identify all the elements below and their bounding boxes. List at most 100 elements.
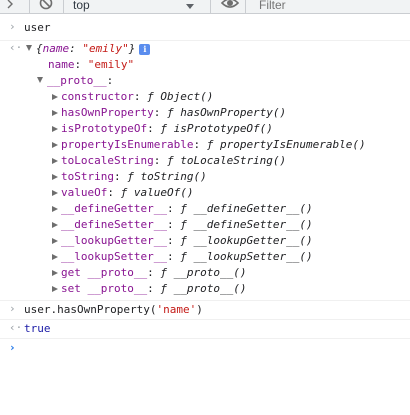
active-prompt-icon: › — [9, 341, 16, 354]
proto-property-row[interactable]: set __proto__: ƒ __proto__() — [52, 281, 246, 297]
proto-key: __proto__ — [47, 74, 107, 87]
preview-value: "emily" — [82, 42, 129, 55]
property-key: name — [48, 58, 75, 71]
proto-property-key: __defineGetter__ — [61, 202, 167, 215]
proto-property-key: isPrototypeOf — [61, 122, 148, 135]
console-input-message: › user.hasOwnProperty('name') — [0, 301, 410, 320]
proto-property-value: ƒ hasOwnProperty() — [166, 106, 287, 119]
expand-arrow-icon[interactable] — [52, 110, 58, 116]
property-value: "emily" — [87, 58, 135, 71]
proto-property-key: constructor — [61, 90, 134, 103]
proto-property-key: __lookupGetter__ — [61, 234, 167, 247]
proto-property-row[interactable]: hasOwnProperty: ƒ hasOwnProperty() — [52, 105, 286, 121]
expand-arrow-icon[interactable] — [52, 222, 58, 228]
proto-property-row[interactable]: __lookupSetter__: ƒ __lookupSetter__() — [52, 249, 313, 265]
proto-property-key: __lookupSetter__ — [61, 250, 167, 263]
property-row-name: name: "emily" — [48, 57, 134, 73]
proto-property-key: valueOf — [61, 186, 108, 199]
context-value: top — [73, 0, 90, 12]
console-input-text: user — [24, 20, 51, 36]
brace-open: { — [36, 42, 43, 55]
console-input-message: › user — [0, 20, 410, 41]
console-result-message: ‹· true — [0, 320, 410, 339]
proto-property-key: __defineSetter__ — [61, 218, 167, 231]
input-prompt-icon: › — [9, 302, 16, 315]
expand-arrow-icon[interactable] — [52, 94, 58, 100]
console-toolbar: top Filter — [0, 0, 410, 14]
result-prompt-icon: ‹· — [9, 321, 23, 334]
result-value: true — [24, 321, 51, 337]
proto-property-sep: : — [166, 250, 181, 263]
proto-property-sep: : — [113, 170, 128, 183]
proto-property-value: ƒ isPrototypeOf() — [160, 122, 273, 135]
proto-property-row[interactable]: get __proto__: ƒ __proto__() — [52, 265, 246, 281]
proto-property-key: hasOwnProperty — [61, 106, 154, 119]
info-icon[interactable]: i — [139, 44, 151, 55]
proto-row[interactable]: __proto__: — [37, 73, 113, 89]
preview-key: name — [42, 42, 70, 55]
expand-arrow-icon[interactable] — [52, 158, 58, 164]
console-prompt-row[interactable]: › — [0, 339, 410, 359]
proto-property-row[interactable]: constructor: ƒ Object() — [52, 89, 213, 105]
filter-input[interactable]: Filter — [253, 0, 410, 13]
console-output: › user ‹· {name: "emily"} i name: "emily"… — [0, 14, 410, 415]
proto-property-sep: : — [166, 218, 181, 231]
proto-property-row[interactable]: isPrototypeOf: ƒ isPrototypeOf() — [52, 121, 273, 137]
context-select[interactable]: top — [66, 0, 204, 13]
toolbar-separator — [63, 0, 64, 13]
expand-toggle-icon[interactable] — [26, 45, 32, 51]
proto-property-value: ƒ __lookupGetter__() — [180, 234, 313, 247]
proto-property-value: ƒ __defineGetter__() — [180, 202, 313, 215]
proto-property-row[interactable]: propertyIsEnumerable: ƒ propertyIsEnumer… — [52, 137, 366, 153]
block-icon[interactable] — [39, 0, 53, 13]
toolbar-separator — [29, 0, 30, 13]
toolbar-separator — [245, 0, 246, 13]
proto-property-sep: : — [166, 234, 181, 247]
result-prompt-icon: ‹· — [9, 41, 23, 54]
proto-property-key: toLocaleString — [61, 154, 154, 167]
proto-property-value: ƒ toString() — [127, 170, 207, 183]
input-prompt-icon: › — [9, 20, 16, 33]
proto-property-sep: : — [193, 138, 207, 151]
proto-property-row[interactable]: toLocaleString: ƒ toLocaleString() — [52, 153, 286, 169]
expand-arrow-icon[interactable] — [52, 174, 58, 180]
proto-property-sep: : — [147, 282, 161, 295]
proto-property-row[interactable]: toString: ƒ toString() — [52, 169, 207, 185]
proto-property-key: set __proto__ — [61, 282, 148, 295]
proto-sep: : — [106, 74, 114, 87]
expand-arrow-icon[interactable] — [52, 126, 58, 132]
context-dropdown-arrow-icon[interactable] — [186, 4, 194, 9]
proto-property-sep: : — [147, 266, 161, 279]
expand-arrow-icon[interactable] — [52, 206, 58, 212]
expand-toggle-icon[interactable] — [37, 77, 43, 83]
brace-close: } — [128, 42, 136, 55]
eye-icon[interactable] — [221, 0, 239, 13]
clear-console-icon[interactable] — [6, 0, 20, 13]
proto-property-sep: : — [147, 122, 161, 135]
proto-property-value: ƒ __defineSetter__() — [180, 218, 313, 231]
proto-property-sep: : — [133, 90, 148, 103]
proto-property-sep: : — [153, 154, 167, 167]
expand-arrow-icon[interactable] — [52, 254, 58, 260]
input-close: ) — [196, 303, 203, 316]
input-arg: 'name' — [156, 303, 197, 316]
expand-arrow-icon[interactable] — [52, 190, 58, 196]
proto-property-value: ƒ toLocaleString() — [166, 154, 287, 167]
expand-arrow-icon[interactable] — [52, 238, 58, 244]
proto-property-row[interactable]: __lookupGetter__: ƒ __lookupGetter__() — [52, 233, 313, 249]
proto-property-value: ƒ Object() — [147, 90, 214, 103]
proto-property-row[interactable]: __defineSetter__: ƒ __defineSetter__() — [52, 217, 313, 233]
object-preview-row[interactable]: {name: "emily"} i — [26, 41, 151, 57]
proto-property-row[interactable]: valueOf: ƒ valueOf() — [52, 185, 193, 201]
expand-arrow-icon[interactable] — [52, 142, 58, 148]
proto-property-value: ƒ __lookupSetter__() — [180, 250, 313, 263]
expand-arrow-icon[interactable] — [52, 286, 58, 292]
proto-property-value: ƒ __proto__() — [160, 282, 247, 295]
property-sep: : — [74, 58, 88, 71]
proto-property-row[interactable]: __defineGetter__: ƒ __defineGetter__() — [52, 201, 313, 217]
proto-property-key: toString — [61, 170, 114, 183]
boolean-result: true — [24, 322, 51, 335]
filter-placeholder: Filter — [259, 0, 286, 12]
console-result-message: ‹· {name: "emily"} i name: "emily" __prot… — [0, 41, 410, 301]
expand-arrow-icon[interactable] — [52, 270, 58, 276]
